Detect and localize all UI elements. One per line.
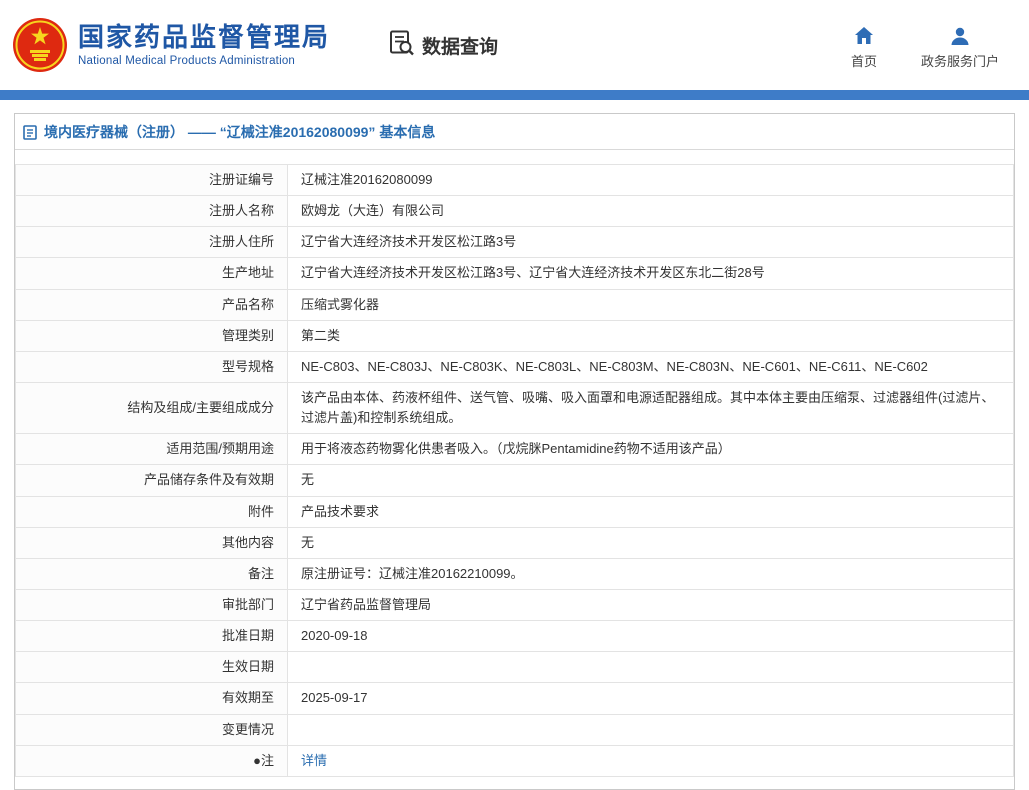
row-value xyxy=(288,714,1014,745)
table-row: 审批部门辽宁省药品监督管理局 xyxy=(16,589,1014,620)
row-value: 原注册证号：辽械注准20162210099。 xyxy=(288,558,1014,589)
row-value xyxy=(288,652,1014,683)
data-query-icon xyxy=(388,29,415,62)
row-label: 生效日期 xyxy=(16,652,288,683)
table-row: 产品储存条件及有效期无 xyxy=(16,465,1014,496)
header-divider-bar xyxy=(0,90,1029,100)
row-value: 辽宁省大连经济技术开发区松江路3号、辽宁省大连经济技术开发区东北二街28号 xyxy=(288,258,1014,289)
nav-home-label: 首页 xyxy=(851,51,877,70)
row-label: 变更情况 xyxy=(16,714,288,745)
row-label: 型号规格 xyxy=(16,351,288,382)
table-row: ●注详情 xyxy=(16,745,1014,776)
row-label: 备注 xyxy=(16,558,288,589)
table-row: 注册证编号辽械注准20162080099 xyxy=(16,165,1014,196)
page-title: 境内医疗器械（注册） —— “辽械注准20162080099” 基本信息 xyxy=(44,122,435,142)
row-value: 2025-09-17 xyxy=(288,683,1014,714)
row-label: 产品名称 xyxy=(16,289,288,320)
document-icon xyxy=(23,125,37,140)
row-value: 辽宁省大连经济技术开发区松江路3号 xyxy=(288,227,1014,258)
row-value: 无 xyxy=(288,527,1014,558)
table-row: 其他内容无 xyxy=(16,527,1014,558)
site-title-block: 国家药品监督管理局 National Medical Products Admi… xyxy=(78,23,330,68)
row-value: NE-C803、NE-C803J、NE-C803K、NE-C803L、NE-C8… xyxy=(288,351,1014,382)
detail-link[interactable]: 详情 xyxy=(301,753,327,768)
table-row: 生产地址辽宁省大连经济技术开发区松江路3号、辽宁省大连经济技术开发区东北二街28… xyxy=(16,258,1014,289)
row-label: 审批部门 xyxy=(16,589,288,620)
row-value: 无 xyxy=(288,465,1014,496)
row-value: 2020-09-18 xyxy=(288,621,1014,652)
national-emblem-logo xyxy=(12,17,68,73)
row-label: 结构及组成/主要组成成分 xyxy=(16,382,288,433)
user-icon xyxy=(950,26,970,46)
table-row: 结构及组成/主要组成成分该产品由本体、药液杯组件、送气管、吸嘴、吸入面罩和电源适… xyxy=(16,382,1014,433)
header: 国家药品监督管理局 National Medical Products Admi… xyxy=(0,0,1029,90)
row-label: ●注 xyxy=(16,745,288,776)
row-value: 辽械注准20162080099 xyxy=(288,165,1014,196)
table-row: 适用范围/预期用途用于将液态药物雾化供患者吸入。（戊烷脒Pentamidine药… xyxy=(16,434,1014,465)
row-label: 注册证编号 xyxy=(16,165,288,196)
home-icon xyxy=(854,26,874,46)
table-row: 管理类别第二类 xyxy=(16,320,1014,351)
nav-home[interactable]: 首页 xyxy=(851,26,877,70)
row-value: 第二类 xyxy=(288,320,1014,351)
row-value: 压缩式雾化器 xyxy=(288,289,1014,320)
row-label: 管理类别 xyxy=(16,320,288,351)
nav-portal-label: 政务服务门户 xyxy=(921,51,999,70)
row-label: 产品储存条件及有效期 xyxy=(16,465,288,496)
info-table-body: 注册证编号辽械注准20162080099注册人名称欧姆龙（大连）有限公司注册人住… xyxy=(16,165,1014,777)
data-query-label: 数据查询 xyxy=(422,32,498,59)
data-query-section: 数据查询 xyxy=(388,29,498,62)
top-nav: 首页 政务服务门户 xyxy=(851,20,999,70)
row-label: 批准日期 xyxy=(16,621,288,652)
row-value: 用于将液态药物雾化供患者吸入。（戊烷脒Pentamidine药物不适用该产品） xyxy=(288,434,1014,465)
row-label: 注册人名称 xyxy=(16,196,288,227)
row-label: 注册人住所 xyxy=(16,227,288,258)
site-title: 国家药品监督管理局 xyxy=(78,23,330,53)
nav-portal[interactable]: 政务服务门户 xyxy=(921,26,999,70)
page-title-row: 境内医疗器械（注册） —— “辽械注准20162080099” 基本信息 xyxy=(15,114,1014,150)
site-subtitle: National Medical Products Administration xyxy=(78,55,330,67)
table-row: 附件产品技术要求 xyxy=(16,496,1014,527)
table-row: 备注原注册证号：辽械注准20162210099。 xyxy=(16,558,1014,589)
row-value: 产品技术要求 xyxy=(288,496,1014,527)
row-value: 欧姆龙（大连）有限公司 xyxy=(288,196,1014,227)
row-value: 辽宁省药品监督管理局 xyxy=(288,589,1014,620)
table-row: 有效期至2025-09-17 xyxy=(16,683,1014,714)
row-label: 附件 xyxy=(16,496,288,527)
content-panel: 境内医疗器械（注册） —— “辽械注准20162080099” 基本信息 注册证… xyxy=(14,113,1015,790)
row-value: 详情 xyxy=(288,745,1014,776)
row-label: 适用范围/预期用途 xyxy=(16,434,288,465)
row-value: 该产品由本体、药液杯组件、送气管、吸嘴、吸入面罩和电源适配器组成。其中本体主要由… xyxy=(288,382,1014,433)
table-row: 生效日期 xyxy=(16,652,1014,683)
row-label: 生产地址 xyxy=(16,258,288,289)
table-row: 型号规格NE-C803、NE-C803J、NE-C803K、NE-C803L、N… xyxy=(16,351,1014,382)
info-table: 注册证编号辽械注准20162080099注册人名称欧姆龙（大连）有限公司注册人住… xyxy=(15,164,1014,777)
row-label: 其他内容 xyxy=(16,527,288,558)
site-brand: 国家药品监督管理局 National Medical Products Admi… xyxy=(12,17,330,73)
row-label: 有效期至 xyxy=(16,683,288,714)
table-row: 产品名称压缩式雾化器 xyxy=(16,289,1014,320)
table-row: 注册人名称欧姆龙（大连）有限公司 xyxy=(16,196,1014,227)
table-row: 变更情况 xyxy=(16,714,1014,745)
table-row: 批准日期2020-09-18 xyxy=(16,621,1014,652)
table-row: 注册人住所辽宁省大连经济技术开发区松江路3号 xyxy=(16,227,1014,258)
